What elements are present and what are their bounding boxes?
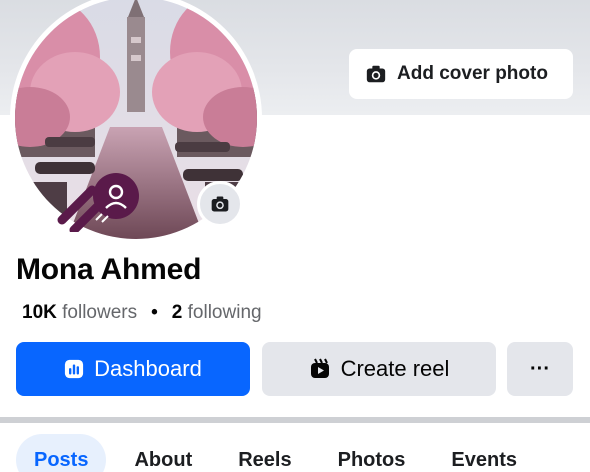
followers-link[interactable]: 10K followers <box>22 302 137 324</box>
dashboard-label: Dashboard <box>94 356 202 381</box>
more-options-button[interactable]: ··· <box>507 342 573 396</box>
add-cover-photo-label: Add cover photo <box>397 63 548 84</box>
profile-name: Mona Ahmed <box>16 253 202 286</box>
dashboard-icon <box>64 359 84 379</box>
section-divider <box>0 417 590 423</box>
digital-creator-badge-icon <box>52 172 144 235</box>
following-link[interactable]: 2 following <box>172 302 262 324</box>
following-label: following <box>187 302 262 323</box>
dashboard-button[interactable]: Dashboard <box>16 342 250 396</box>
tab-reels[interactable]: Reels <box>220 434 309 472</box>
profile-stats: 10K followers • 2 following <box>22 302 262 324</box>
create-reel-label: Create reel <box>340 356 450 381</box>
camera-icon <box>210 194 230 214</box>
tab-events[interactable]: Events <box>433 434 535 472</box>
stats-separator: • <box>151 302 158 323</box>
camera-icon <box>365 63 387 85</box>
followers-label: followers <box>62 302 138 323</box>
profile-tabs: Posts About Reels Photos Events <box>16 434 545 472</box>
add-cover-photo-button[interactable]: Add cover photo <box>349 49 573 99</box>
reel-icon <box>309 358 331 380</box>
change-profile-picture-button[interactable] <box>197 181 243 227</box>
tab-about[interactable]: About <box>116 434 210 472</box>
tab-photos[interactable]: Photos <box>320 434 424 472</box>
create-reel-button[interactable]: Create reel <box>262 342 496 396</box>
more-icon: ··· <box>530 357 550 380</box>
following-count: 2 <box>171 302 183 323</box>
followers-count: 10K <box>22 302 57 323</box>
tab-posts[interactable]: Posts <box>16 434 107 472</box>
